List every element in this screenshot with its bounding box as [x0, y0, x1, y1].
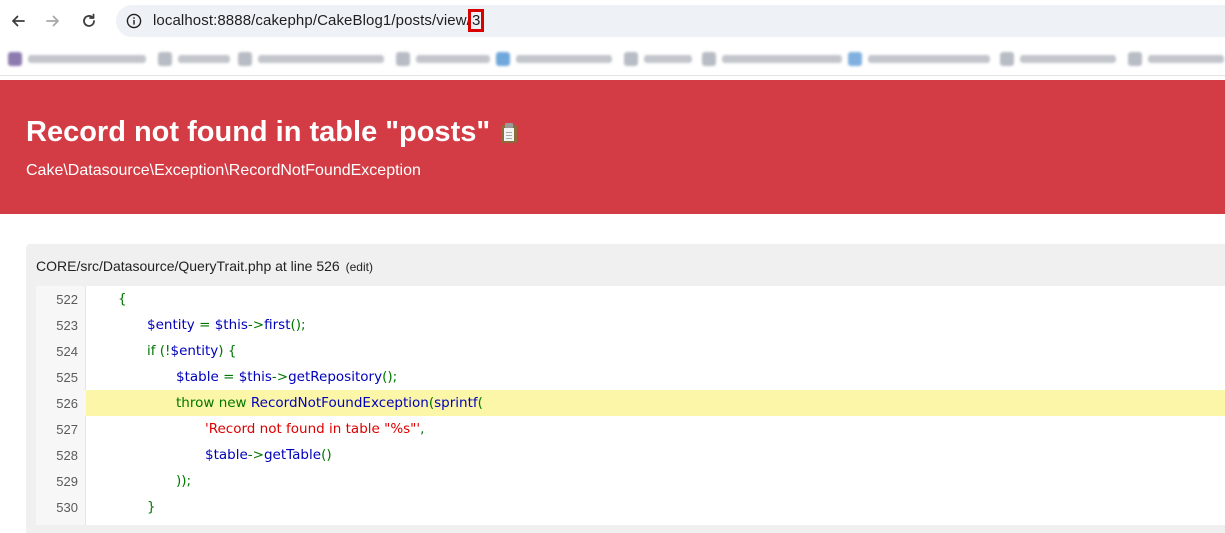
code-token: getTable — [263, 447, 322, 463]
bookmark-icon — [702, 52, 716, 66]
bookmark-icon — [396, 52, 410, 66]
code-text: $table = $this->getRepository(); — [86, 369, 397, 385]
forward-button[interactable] — [42, 9, 64, 33]
bookmark-item[interactable] — [496, 52, 612, 66]
code-token: = — [218, 369, 239, 385]
code-token: $table — [176, 369, 219, 385]
code-line: 523 $entity = $this->first(); — [36, 312, 1225, 338]
code-line: 526 throw new RecordNotFoundException (spr… — [36, 390, 1225, 416]
bookmark-icon — [848, 52, 862, 66]
code-token: ( — [477, 395, 483, 411]
code-token: ) { — [218, 343, 237, 359]
error-title: Record not found in table "posts" — [26, 116, 518, 149]
bookmark-icon — [624, 52, 638, 66]
line-number: 523 — [56, 317, 78, 333]
url-prefix: localhost:8888/cakephp/CakeBlog1/posts/v… — [153, 12, 471, 29]
bookmark-icon — [158, 52, 172, 66]
code-token: sprintf — [434, 395, 478, 411]
line-number: 524 — [56, 343, 78, 359]
bookmark-icon — [1128, 52, 1142, 66]
code-line: 528 $table->getTable() — [36, 442, 1225, 468]
code-text: } — [86, 499, 156, 515]
code-line: 524 if (!$entity) { — [36, 338, 1225, 364]
code-token: () — [321, 447, 332, 463]
code-token: $this — [238, 369, 272, 385]
code-token: $table — [205, 447, 248, 463]
code-token: first — [264, 317, 291, 333]
line-number: 529 — [56, 473, 78, 489]
bookmark-icon — [1000, 52, 1014, 66]
code-line: 527 'Record not found in table "%s"', — [36, 416, 1225, 442]
url-id-highlight: 3 — [467, 9, 485, 32]
line-number: 530 — [56, 499, 78, 515]
code-token: if (! — [147, 343, 171, 359]
line-number: 527 — [56, 421, 78, 437]
code-excerpt: 522{523 $entity = $this->first(); 524 if (!… — [36, 286, 1225, 525]
bookmark-item[interactable] — [8, 52, 146, 66]
code-token: RecordNotFoundException — [250, 395, 429, 411]
bookmark-item[interactable] — [1000, 52, 1116, 66]
stack-frame-area: CORE/src/Datasource/QueryTrait.php at li… — [0, 214, 1225, 533]
error-title-text: Record not found in table "posts" — [26, 116, 491, 148]
error-header: Record not found in table "posts" Cake\D… — [0, 80, 1225, 214]
code-token: = — [194, 317, 215, 333]
browser-toolbar: localhost:8888/cakephp/CakeBlog1/posts/v… — [0, 0, 1225, 42]
code-token: $entity — [170, 343, 219, 359]
bookmark-item[interactable] — [238, 52, 384, 66]
code-token: , — [420, 421, 425, 437]
code-text: { — [86, 291, 127, 307]
code-line: 529)); — [36, 468, 1225, 494]
code-text: $table->getTable() — [86, 447, 332, 463]
reload-icon — [83, 13, 95, 27]
code-line: 525 $table = $this->getRepository(); — [36, 364, 1225, 390]
code-line: 522 { — [36, 286, 1225, 312]
bookmark-item[interactable] — [702, 52, 842, 66]
line-number: 528 — [56, 447, 78, 463]
bookmark-icon — [238, 52, 252, 66]
code-token: -> — [247, 317, 265, 333]
bookmarks-bar — [0, 42, 1225, 76]
bookmark-icon — [8, 52, 22, 66]
clipboard-icon[interactable] — [500, 122, 518, 143]
bookmark-item[interactable] — [1128, 52, 1224, 66]
code-token: } — [147, 499, 156, 515]
site-info-icon[interactable] — [126, 13, 142, 29]
code-token: $this — [214, 317, 248, 333]
code-token: -> — [271, 369, 289, 385]
code-token: )); — [176, 473, 192, 489]
bookmark-item[interactable] — [396, 52, 490, 66]
code-token: (); — [290, 317, 306, 333]
code-text: $entity = $this->first(); — [86, 317, 306, 333]
code-text: throw new RecordNotFoundException (sprint… — [86, 395, 483, 411]
bookmark-icon — [496, 52, 510, 66]
line-number: 522 — [56, 291, 78, 307]
code-text: if (!$entity) { — [86, 343, 236, 359]
code-text: 'Record not found in table "%s"', — [86, 421, 424, 437]
back-button[interactable] — [7, 9, 29, 33]
frame-file-location: CORE/src/Datasource/QueryTrait.php at li… — [36, 258, 373, 274]
code-line: 530} — [36, 494, 1225, 520]
address-bar[interactable]: localhost:8888/cakephp/CakeBlog1/posts/v… — [116, 5, 1225, 37]
code-token: -> — [247, 447, 264, 463]
line-number: 526 — [36, 390, 86, 416]
code-text: )); — [86, 473, 191, 489]
line-number: 525 — [56, 369, 78, 385]
arrow-left-icon — [12, 15, 25, 27]
code-token: 'Record not found in table "%s"' — [205, 421, 421, 437]
arrow-right-icon — [46, 15, 59, 27]
code-token: getRepository — [288, 369, 383, 385]
reload-button[interactable] — [78, 9, 100, 33]
bookmark-item[interactable] — [624, 52, 692, 66]
code-token: { — [118, 291, 127, 307]
edit-link[interactable]: (edit) — [346, 260, 373, 274]
code-token: throw new — [176, 395, 251, 411]
stack-frame-panel: CORE/src/Datasource/QueryTrait.php at li… — [26, 244, 1225, 533]
url-text[interactable]: localhost:8888/cakephp/CakeBlog1/posts/v… — [153, 9, 485, 32]
frame-location-text: CORE/src/Datasource/QueryTrait.php at li… — [36, 258, 340, 274]
bookmark-item[interactable] — [158, 52, 230, 66]
bookmark-item[interactable] — [848, 52, 990, 66]
exception-class: Cake\Datasource\Exception\RecordNotFound… — [26, 162, 421, 179]
code-token: (); — [382, 369, 398, 385]
code-token: $entity — [147, 317, 195, 333]
